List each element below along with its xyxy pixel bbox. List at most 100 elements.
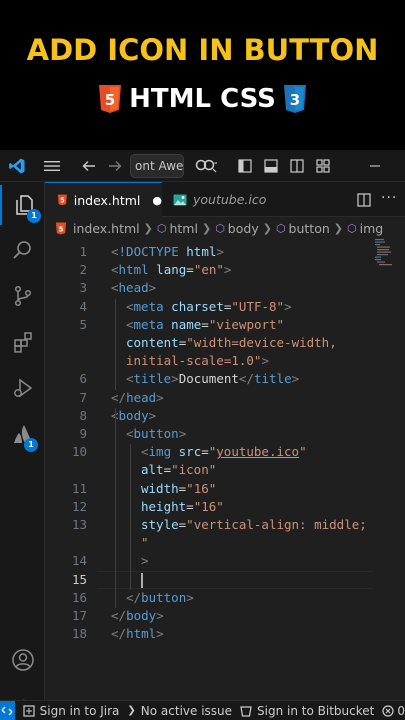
code-line[interactable]: height="16" bbox=[141, 499, 224, 514]
code-token: > bbox=[148, 280, 157, 296]
code-token: > bbox=[156, 389, 164, 405]
code-token: </ bbox=[111, 626, 127, 642]
breadcrumb-body[interactable]: body bbox=[228, 221, 259, 236]
error-icon bbox=[382, 704, 394, 717]
code-token: < bbox=[141, 444, 149, 460]
code-token: "icon" bbox=[171, 462, 217, 478]
line-number: 2 bbox=[79, 262, 87, 278]
accounts-button[interactable] bbox=[0, 640, 45, 680]
code-line[interactable]: <meta name="viewport" bbox=[126, 317, 284, 332]
image-file-icon bbox=[173, 194, 187, 205]
split-icon[interactable] bbox=[288, 156, 306, 176]
code-token: = bbox=[186, 498, 194, 514]
code-line[interactable]: <button> bbox=[126, 426, 186, 441]
code-line[interactable]: " bbox=[141, 535, 149, 550]
search-icon bbox=[12, 241, 31, 259]
more-actions-icon[interactable]: ··· bbox=[381, 190, 397, 206]
code-token: < bbox=[126, 371, 134, 387]
atlassian-badge: 1 bbox=[24, 438, 38, 452]
code-token: < bbox=[111, 280, 119, 296]
code-line[interactable]: <html lang="en"> bbox=[111, 262, 231, 277]
run-debug-button[interactable] bbox=[0, 368, 45, 408]
code-line[interactable]: <img src="youtube.ico" bbox=[141, 444, 307, 459]
issue-status[interactable]: ❯ No active issue bbox=[127, 704, 232, 718]
remote-indicator[interactable] bbox=[0, 700, 15, 720]
code-line[interactable]: <body> bbox=[111, 408, 156, 423]
breadcrumb-button[interactable]: button bbox=[289, 221, 330, 236]
code-line[interactable]: initial-scale=1.0"> bbox=[126, 353, 269, 368]
code-line[interactable]: width="16" bbox=[141, 481, 216, 496]
code-line[interactable]: </body> bbox=[111, 608, 164, 623]
code-line[interactable] bbox=[141, 572, 143, 588]
search-button[interactable] bbox=[0, 230, 45, 270]
code-token: < bbox=[126, 316, 134, 332]
activity-bar: 1 1 bbox=[0, 182, 45, 717]
tab-index-html[interactable]: 5 index.html ● bbox=[45, 182, 162, 217]
title-bar: ont Awes bbox=[0, 150, 405, 182]
code-line[interactable]: </html> bbox=[111, 626, 164, 641]
code-token: = bbox=[186, 262, 194, 278]
code-token: charset bbox=[171, 298, 224, 314]
line-number: 3 bbox=[79, 280, 87, 296]
forward-arrow-icon[interactable] bbox=[104, 156, 126, 176]
code-line[interactable]: style="vertical-align: middle; bbox=[141, 517, 367, 532]
explorer-badge: 1 bbox=[27, 209, 41, 223]
jira-status[interactable]: Sign in to Jira bbox=[23, 704, 119, 718]
code-token: > bbox=[178, 426, 187, 441]
remote-icon bbox=[1, 706, 13, 715]
minimize-icon[interactable] bbox=[364, 156, 386, 176]
panel-icon[interactable] bbox=[262, 156, 280, 176]
code-line[interactable]: <!DOCTYPE html> bbox=[111, 244, 224, 259]
code-token: lang bbox=[156, 262, 187, 278]
code-line[interactable]: content="width=device-width, bbox=[126, 335, 337, 350]
code-token: "en" bbox=[193, 262, 224, 278]
code-token: meta bbox=[133, 298, 164, 314]
extensions-button[interactable] bbox=[0, 322, 45, 362]
code-line[interactable]: <meta charset="UTF-8"> bbox=[126, 299, 292, 314]
code-line[interactable]: <title>Document</title> bbox=[126, 371, 299, 386]
code-token: < bbox=[126, 426, 134, 441]
element-icon: ⬡ bbox=[275, 221, 286, 235]
code-token: html bbox=[186, 244, 217, 259]
tab-youtube-ico[interactable]: youtube.ico bbox=[163, 182, 283, 217]
breadcrumb-img[interactable]: img bbox=[360, 221, 384, 236]
code-token: " bbox=[141, 535, 149, 551]
line-number: 6 bbox=[79, 371, 87, 387]
code-line[interactable]: > bbox=[141, 553, 149, 568]
chevron-right-icon: ❯ bbox=[201, 221, 212, 235]
explorer-button[interactable]: 1 bbox=[0, 185, 45, 225]
split-editor-icon[interactable] bbox=[357, 192, 371, 211]
unsaved-dot-icon[interactable]: ● bbox=[152, 194, 162, 207]
account-icon bbox=[11, 649, 34, 671]
code-line[interactable]: <head> bbox=[111, 280, 156, 295]
code-token: youtube.ico bbox=[216, 444, 300, 460]
command-center-search[interactable]: ont Awes bbox=[130, 154, 184, 178]
customize-layout-icon[interactable] bbox=[314, 156, 332, 176]
code-line[interactable]: </head> bbox=[111, 390, 164, 405]
source-control-button[interactable] bbox=[0, 276, 45, 316]
code-token: head bbox=[118, 280, 149, 296]
current-line-highlight bbox=[97, 570, 373, 589]
svg-text:5: 5 bbox=[58, 224, 63, 233]
menu-icon[interactable] bbox=[40, 156, 64, 176]
breadcrumb-file[interactable]: index.html bbox=[73, 221, 140, 236]
indent-guide bbox=[130, 444, 131, 590]
element-icon: ⬡ bbox=[215, 221, 225, 235]
breadcrumb-html[interactable]: html bbox=[169, 221, 197, 236]
copilot-icon[interactable] bbox=[192, 156, 220, 176]
code-line[interactable]: alt="icon" bbox=[141, 462, 216, 477]
code-line[interactable]: </button> bbox=[126, 590, 194, 605]
html5-logo-number: 5 bbox=[105, 91, 115, 109]
banner-subtitle-row: 5 HTML CSS 3 bbox=[0, 84, 405, 114]
back-arrow-icon[interactable] bbox=[78, 156, 100, 176]
atlassian-button[interactable]: 1 bbox=[0, 414, 45, 454]
code-token: content bbox=[126, 335, 179, 350]
minimap[interactable] bbox=[375, 239, 395, 279]
bitbucket-status[interactable]: Sign in to Bitbucket bbox=[240, 704, 374, 718]
problems-status[interactable]: 0 bbox=[382, 704, 405, 718]
layout-icon[interactable] bbox=[236, 156, 254, 176]
code-editor[interactable]: 1 <!DOCTYPE html> 2 <html lang="en"> 3 <head>… bbox=[45, 239, 405, 700]
line-number: 17 bbox=[71, 608, 87, 623]
status-bar: Sign in to Jira ❯ No active issue Sign i… bbox=[0, 700, 405, 720]
